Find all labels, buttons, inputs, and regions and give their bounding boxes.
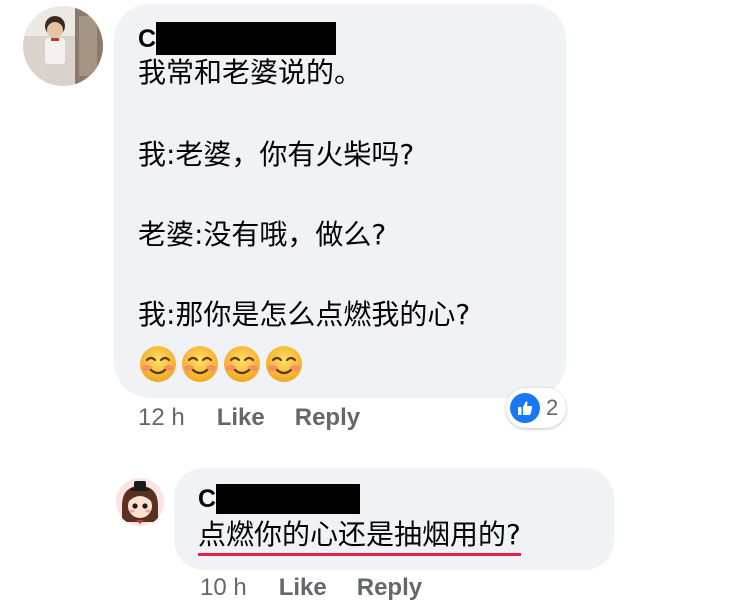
reply-button[interactable]: Reply bbox=[357, 574, 422, 602]
comment-text-line: 点燃你的心还是抽烟用的? bbox=[198, 518, 521, 556]
avatar-cartoon bbox=[116, 478, 164, 526]
comment-meta: 10 h Like Reply bbox=[200, 574, 422, 602]
comment-text-line: 老婆:没有哦，做么? bbox=[138, 218, 387, 251]
avatar[interactable] bbox=[23, 6, 103, 86]
comment-text-line: 我:老婆，你有火柴吗? bbox=[138, 138, 415, 171]
smiling-face-icon bbox=[266, 346, 302, 382]
comment-meta: 12 h Like Reply bbox=[138, 404, 360, 432]
comment-text-line: 我:那你是怎么点燃我的心? bbox=[138, 298, 471, 331]
redaction-bar bbox=[156, 22, 337, 55]
thumbs-up-icon bbox=[510, 393, 540, 423]
comment-text-line: 我常和老婆说的。 bbox=[138, 56, 363, 89]
reply-button[interactable]: Reply bbox=[295, 404, 360, 432]
comment-timestamp[interactable]: 12 h bbox=[138, 404, 185, 432]
comment-bubble: C 我常和老婆说的。 我:老婆，你有火柴吗? 老婆:没有哦，做么? 我:那你是怎… bbox=[114, 4, 566, 398]
author-initial[interactable]: C bbox=[198, 485, 216, 513]
like-button[interactable]: Like bbox=[279, 574, 327, 602]
smiling-face-icon bbox=[224, 346, 260, 382]
avatar-photo bbox=[23, 6, 103, 86]
author-initial[interactable]: C bbox=[138, 25, 156, 53]
smiling-face-icon bbox=[140, 346, 176, 382]
comment-author[interactable]: C bbox=[138, 22, 337, 55]
emoji-row bbox=[138, 344, 304, 384]
redaction-bar bbox=[216, 484, 361, 514]
like-button[interactable]: Like bbox=[217, 404, 265, 432]
comment-timestamp[interactable]: 10 h bbox=[200, 574, 247, 602]
smiling-face-icon bbox=[182, 346, 218, 382]
reaction-count: 2 bbox=[546, 395, 559, 420]
comment-bubble: C 点燃你的心还是抽烟用的? bbox=[174, 468, 614, 570]
comment-author[interactable]: C bbox=[198, 484, 361, 514]
reaction-count-pill[interactable]: 2 bbox=[506, 388, 567, 428]
avatar[interactable] bbox=[116, 478, 164, 526]
comment-text: 点燃你的心还是抽烟用的? bbox=[198, 518, 521, 556]
